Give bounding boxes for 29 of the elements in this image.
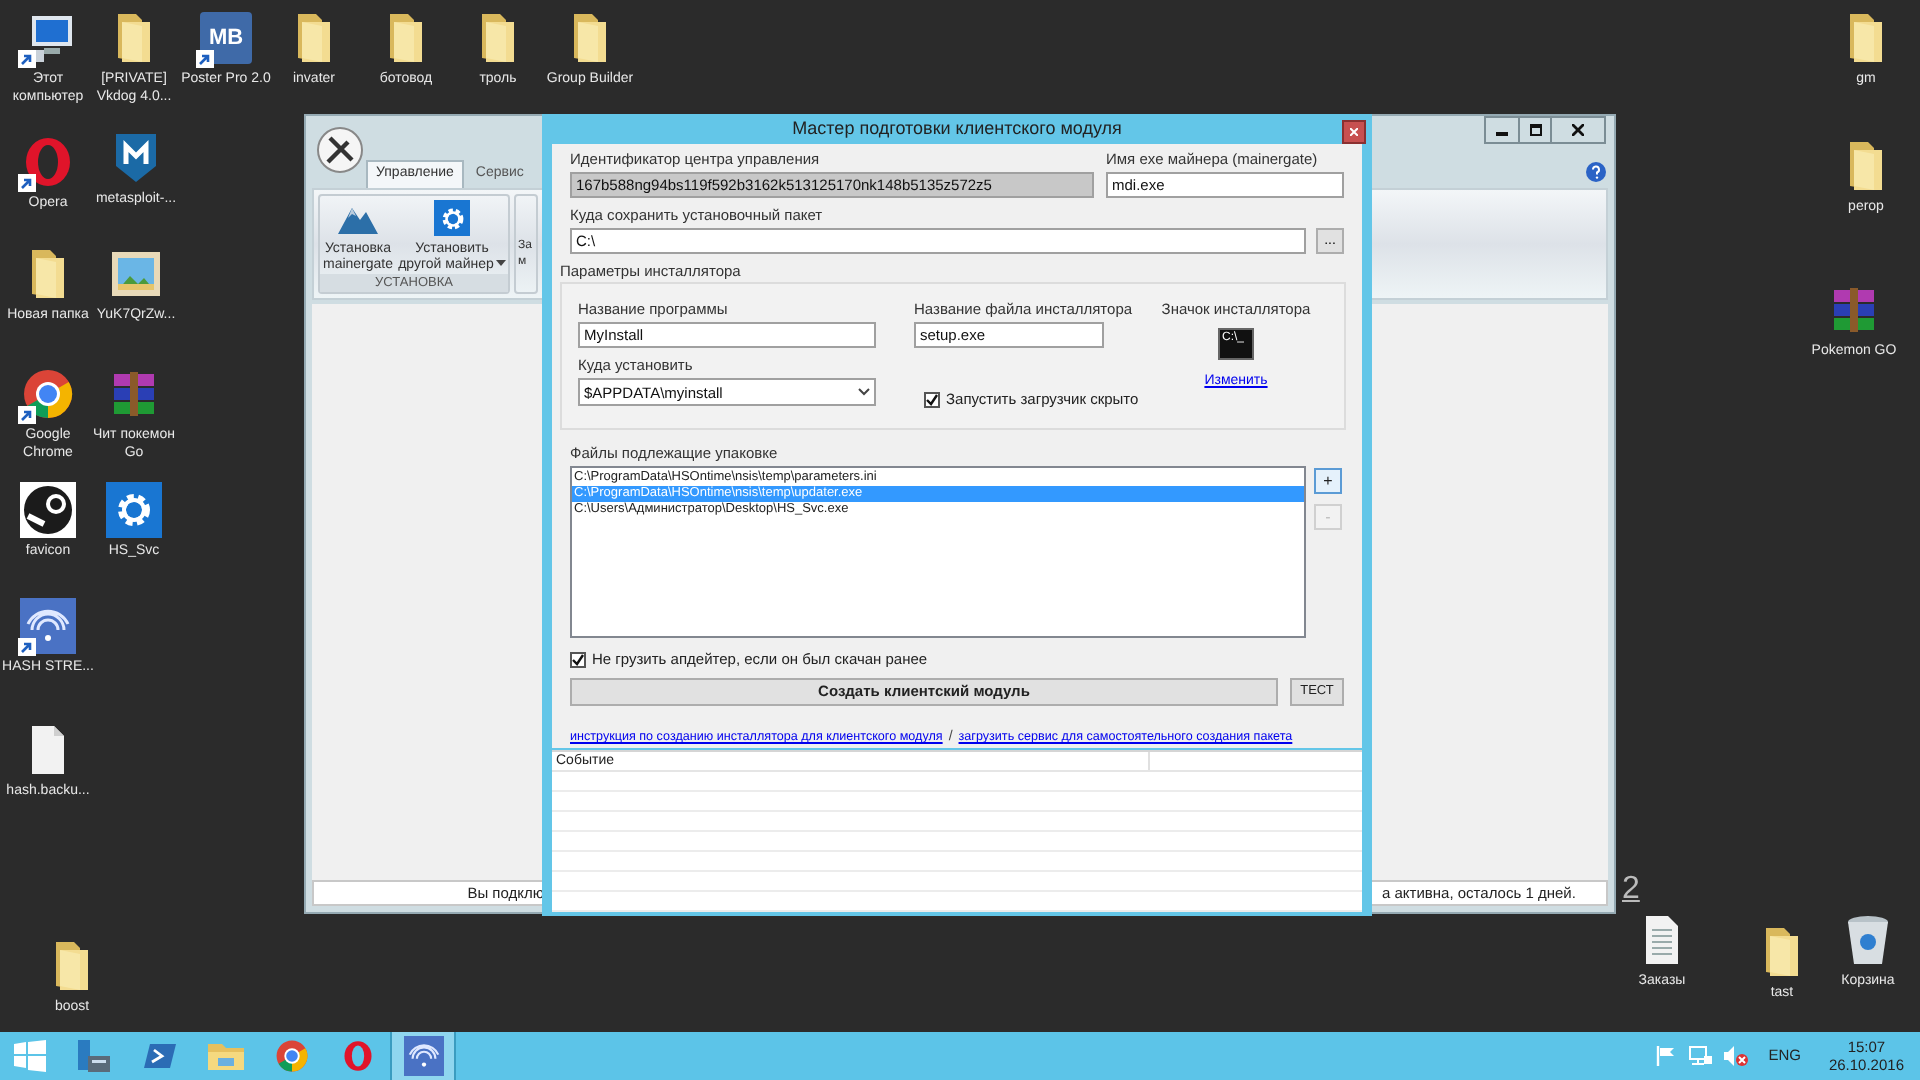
close-button[interactable] xyxy=(1342,120,1366,144)
terminal-icon xyxy=(141,1040,177,1072)
folder-icon xyxy=(205,1040,245,1072)
wireless-icon xyxy=(403,1036,443,1076)
checkbox[interactable] xyxy=(924,391,940,408)
window-title: Мастер подготовки клиентского модуля xyxy=(792,115,1122,142)
chrome-icon xyxy=(20,366,76,422)
chevron-down-icon xyxy=(858,388,870,397)
chrome-icon xyxy=(273,1038,309,1074)
help-icon xyxy=(1586,162,1606,182)
muted-speaker-icon xyxy=(1724,1046,1749,1066)
close-icon xyxy=(1350,128,1358,136)
opera-icon xyxy=(341,1038,373,1074)
wireless-icon xyxy=(20,598,76,654)
app-logo-icon: MB xyxy=(200,12,252,64)
opera-icon xyxy=(22,134,74,190)
flag-icon xyxy=(1656,1046,1677,1066)
checkbox[interactable] xyxy=(570,651,586,668)
gear-glyph-icon xyxy=(114,490,154,530)
check-icon xyxy=(572,653,584,666)
stray-text: 2 xyxy=(1622,872,1640,908)
check-icon xyxy=(926,393,938,406)
network-icon xyxy=(1688,1046,1713,1066)
windows-logo-icon xyxy=(14,1040,46,1072)
server-icon xyxy=(75,1038,111,1074)
close-icon xyxy=(1572,124,1584,136)
add-button[interactable]: + xyxy=(1314,468,1342,495)
maximize-icon xyxy=(1529,124,1541,136)
taskbar-button[interactable] xyxy=(390,1032,456,1080)
